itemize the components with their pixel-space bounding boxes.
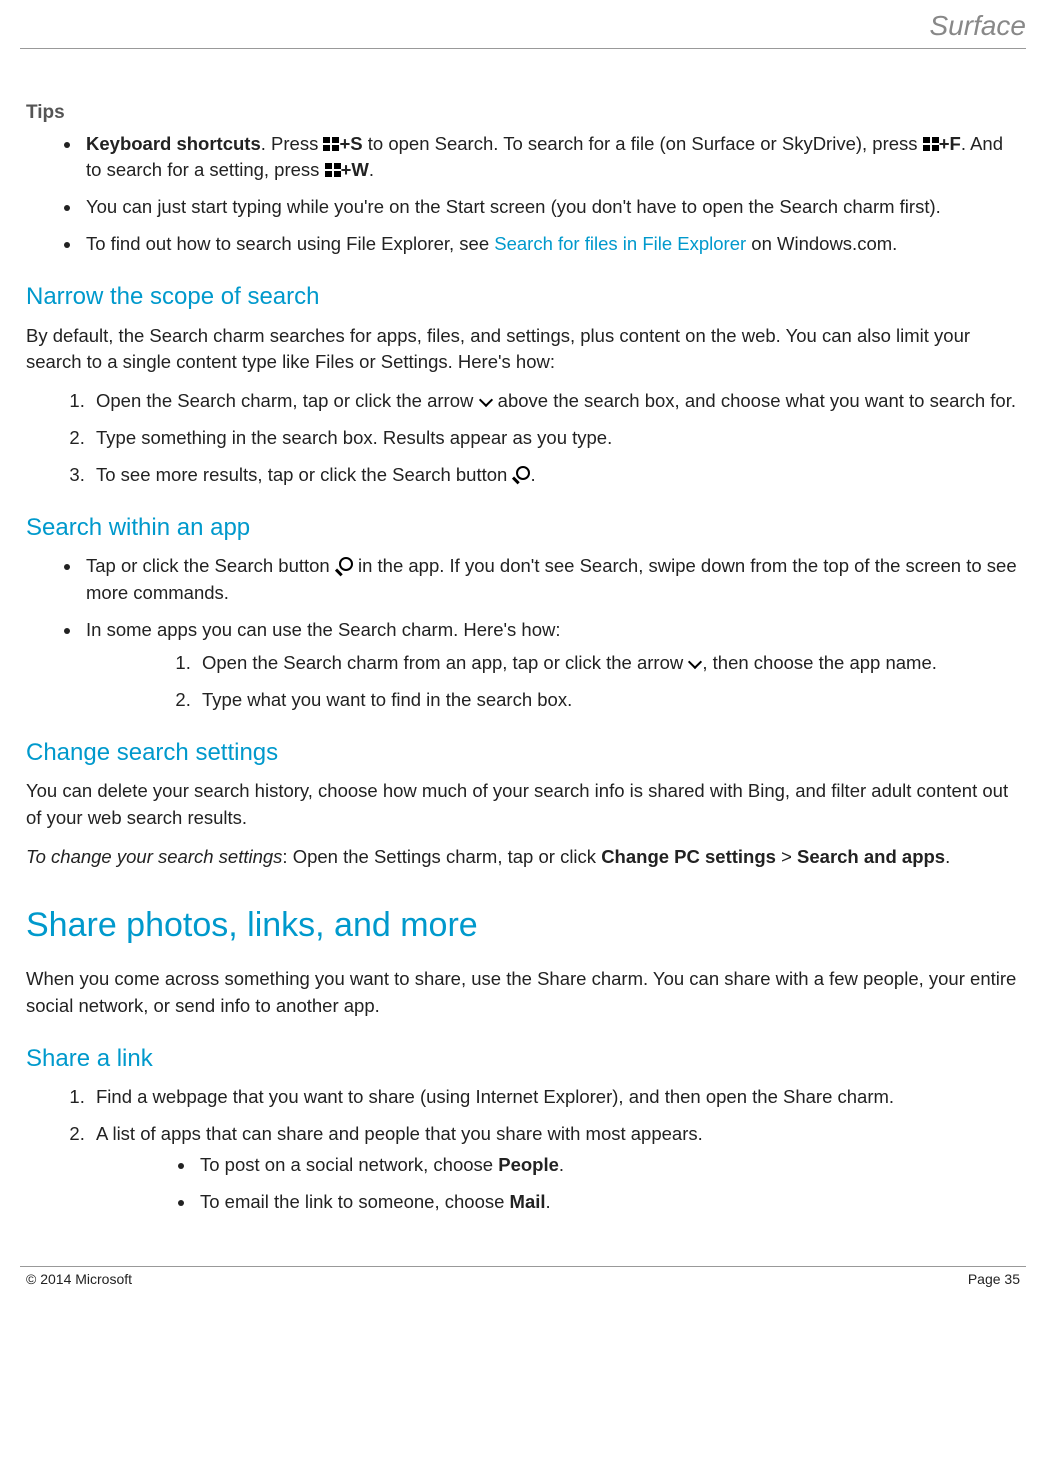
text: Type what you want to find in the search… (202, 689, 572, 710)
text: . (530, 464, 535, 485)
within-bullets: Tap or click the Search button in the ap… (26, 553, 1020, 713)
chevron-down-icon (688, 648, 702, 675)
key-combo: +F (923, 133, 961, 154)
surface-logo: Surface (930, 10, 1027, 42)
key-letter: F (950, 133, 961, 154)
list-item: To email the link to someone, choose Mai… (196, 1189, 1020, 1216)
text-bold: People (498, 1154, 559, 1175)
text: Find a webpage that you want to share (u… (96, 1086, 894, 1107)
text-bold: Change PC settings (601, 846, 776, 867)
text: Open the Search charm, tap or click the … (96, 390, 479, 411)
key-letter: W (351, 159, 368, 180)
text: . (546, 1191, 551, 1212)
paragraph: By default, the Search charm searches fo… (26, 323, 1020, 377)
paragraph: To change your search settings: Open the… (26, 844, 1020, 871)
text: to open Search. To search for a file (on… (363, 133, 923, 154)
text: Tap or click the Search button (86, 555, 335, 576)
text: . (945, 846, 950, 867)
within-steps: Open the Search charm from an app, tap o… (86, 650, 1020, 714)
list-item: Tap or click the Search button in the ap… (82, 553, 1020, 607)
windows-key-icon (323, 137, 339, 151)
document-body: Tips Keyboard shortcuts. Press +S to ope… (20, 99, 1026, 1216)
text-bold: Mail (510, 1191, 546, 1212)
key-combo: +S (323, 133, 362, 154)
search-icon (512, 466, 530, 484)
text: Type something in the search box. Result… (96, 427, 612, 448)
copyright: © 2014 Microsoft (26, 1271, 132, 1287)
list-item: To post on a social network, choose Peop… (196, 1152, 1020, 1179)
list-item: A list of apps that can share and people… (90, 1121, 1020, 1215)
windows-key-icon (325, 163, 341, 177)
text: In some apps you can use the Search char… (86, 619, 561, 640)
text: , then choose the app name. (702, 652, 937, 673)
heading-search-within-app: Search within an app (26, 511, 1020, 546)
list-item: To see more results, tap or click the Se… (90, 462, 1020, 489)
list-item: Open the Search charm from an app, tap o… (196, 650, 1020, 677)
footer-rule (20, 1266, 1026, 1267)
list-item: Find a webpage that you want to share (u… (90, 1084, 1020, 1111)
header: Surface (20, 10, 1026, 48)
text: You can just start typing while you're o… (86, 196, 941, 217)
windows-key-icon (923, 137, 939, 151)
text: . (559, 1154, 564, 1175)
search-icon (335, 557, 353, 575)
paragraph: You can delete your search history, choo… (26, 778, 1020, 832)
list-item: In some apps you can use the Search char… (82, 617, 1020, 713)
text: To post on a social network, choose (200, 1154, 498, 1175)
text: above the search box, and choose what yo… (493, 390, 1016, 411)
text: Open the Search charm from an app, tap o… (202, 652, 688, 673)
header-rule (20, 48, 1026, 49)
text: . Press (261, 133, 324, 154)
heading-narrow-scope: Narrow the scope of search (26, 280, 1020, 315)
text: To email the link to someone, choose (200, 1191, 510, 1212)
list-item: To find out how to search using File Exp… (82, 231, 1020, 258)
text: A list of apps that can share and people… (96, 1123, 703, 1144)
text: on Windows.com. (746, 233, 897, 254)
sharelink-sub: To post on a social network, choose Peop… (96, 1152, 1020, 1216)
list-item: Open the Search charm, tap or click the … (90, 388, 1020, 415)
text: : Open the Settings charm, tap or click (282, 846, 601, 867)
key-letter: S (350, 133, 362, 154)
heading-change-search-settings: Change search settings (26, 736, 1020, 771)
text: > (776, 846, 797, 867)
heading-share-link: Share a link (26, 1042, 1020, 1077)
chevron-down-icon (479, 386, 493, 413)
text: . (369, 159, 374, 180)
list-item: Type what you want to find in the search… (196, 687, 1020, 714)
tips-list: Keyboard shortcuts. Press +S to open Sea… (26, 131, 1020, 258)
list-item: Keyboard shortcuts. Press +S to open Sea… (82, 131, 1020, 185)
file-explorer-search-link[interactable]: Search for files in File Explorer (494, 233, 746, 254)
text-italic: To change your search settings (26, 846, 282, 867)
heading-share-photos: Share photos, links, and more (26, 901, 1020, 950)
paragraph: When you come across something you want … (26, 966, 1020, 1020)
text: To find out how to search using File Exp… (86, 233, 494, 254)
footer: © 2014 Microsoft Page 35 (20, 1271, 1026, 1297)
text-bold: Search and apps (797, 846, 945, 867)
text: To see more results, tap or click the Se… (96, 464, 512, 485)
key-combo: +W (325, 159, 369, 180)
list-item: Type something in the search box. Result… (90, 425, 1020, 452)
page-number: Page 35 (968, 1271, 1020, 1287)
list-item: You can just start typing while you're o… (82, 194, 1020, 221)
tip-bold: Keyboard shortcuts (86, 133, 261, 154)
narrow-steps: Open the Search charm, tap or click the … (26, 388, 1020, 488)
tips-heading: Tips (26, 99, 1020, 127)
sharelink-steps: Find a webpage that you want to share (u… (26, 1084, 1020, 1215)
